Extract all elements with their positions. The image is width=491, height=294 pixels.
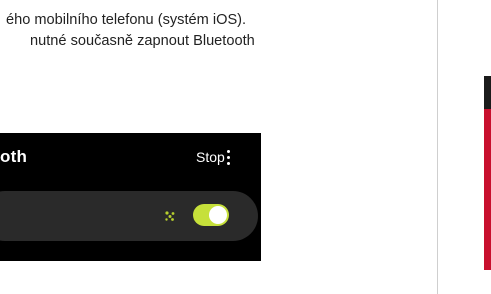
- paragraph-line-1: ého mobilního telefonu (systém iOS).: [6, 12, 247, 28]
- bluetooth-toggle-switch[interactable]: [193, 204, 229, 226]
- toggle-knob: [209, 206, 227, 224]
- paragraph-line-2: nutné současně zapnout Bluetooth: [30, 33, 255, 49]
- scan-dots-icon: [165, 211, 175, 221]
- manual-page: ého mobilního telefonu (systém iOS). nut…: [0, 0, 491, 294]
- instruction-paragraph: ého mobilního telefonu (systém iOS). nut…: [6, 10, 426, 52]
- column-divider: [437, 0, 438, 294]
- bluetooth-screen-title: oth: [0, 147, 28, 166]
- side-image-red-area: [484, 109, 491, 270]
- side-image-fragment: [484, 76, 491, 270]
- more-options-icon[interactable]: [221, 145, 237, 169]
- phone-bluetooth-screenshot: oth Stop: [0, 133, 261, 261]
- bluetooth-toggle-row[interactable]: [0, 191, 258, 241]
